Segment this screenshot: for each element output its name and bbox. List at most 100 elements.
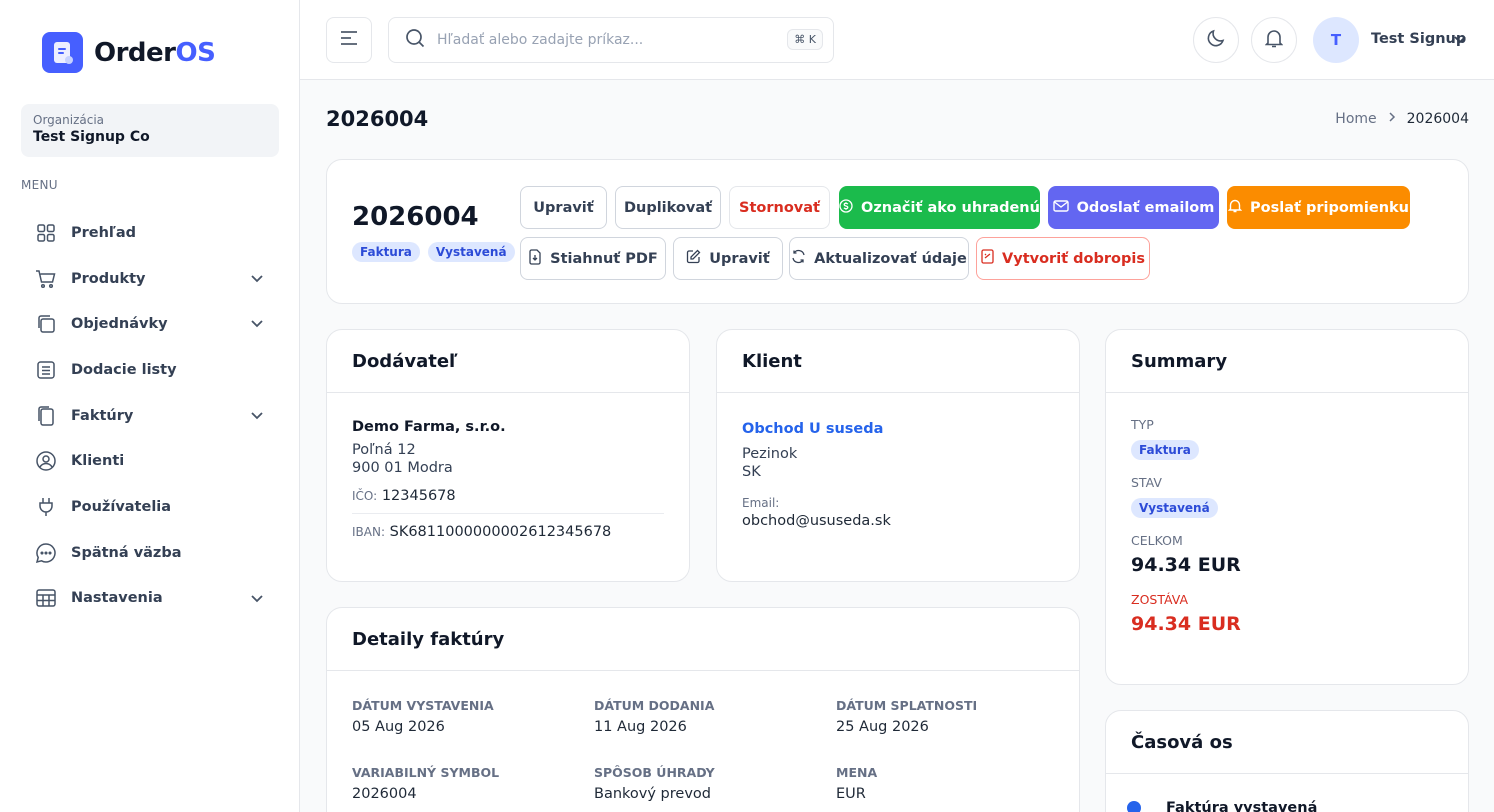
avatar[interactable]: T <box>1313 17 1359 63</box>
summary-type-badge: Faktura <box>1131 440 1199 460</box>
mark-paid-button[interactable]: Označiť ako uhradenú <box>839 186 1040 229</box>
sidebar-item-label: Produkty <box>71 270 146 287</box>
summary-total-label: CELKOM <box>1131 533 1183 548</box>
sidebar-item-objednavky[interactable]: Objednávky <box>21 301 279 347</box>
supplier-city: 900 01 Modra <box>352 460 453 476</box>
sidebar-item-klienti[interactable]: Klienti <box>21 438 279 484</box>
summary-type-label: TYP <box>1131 417 1154 432</box>
refresh-data-button-label: Aktualizovať údaje <box>814 250 967 267</box>
sidebar-toggle-button[interactable] <box>326 17 372 63</box>
summary-card-title: Summary <box>1106 330 1468 393</box>
ico-label: IČO: <box>352 489 378 503</box>
moon-icon <box>1206 28 1226 52</box>
client-email-label: Email: <box>742 496 780 510</box>
chevron-down-icon[interactable] <box>1452 31 1468 51</box>
summary-status-label: STAV <box>1131 475 1162 490</box>
send-reminder-button-label: Poslať pripomienku <box>1250 199 1409 216</box>
menu-icon <box>340 31 358 49</box>
payment-method-value: Bankový prevod <box>594 786 711 802</box>
supplier-name: Demo Farma, s.r.o. <box>352 419 506 435</box>
edit-button-label: Upraviť <box>533 199 594 216</box>
edit-button[interactable]: Upraviť <box>520 186 607 229</box>
search-input[interactable] <box>437 32 767 48</box>
type-badge: Faktura <box>352 242 420 262</box>
logo-text: OrderOS <box>94 37 216 68</box>
cancel-invoice-button[interactable]: Stornovať <box>729 186 830 229</box>
payment-method-label: SPÔSOB ÚHRADY <box>594 765 715 780</box>
timeline-dot <box>1127 801 1141 812</box>
sidebar: OrderOS Organizácia Test Signup Co MENU … <box>0 0 300 812</box>
table-icon <box>35 587 57 609</box>
send-reminder-button[interactable]: Poslať pripomienku <box>1227 186 1410 229</box>
user-circle-icon <box>35 450 57 472</box>
summary-remaining-label: ZOSTÁVA <box>1131 592 1189 607</box>
top-header: ⌘ K T Test Signup <box>300 0 1494 80</box>
supplier-street: Poľná 12 <box>352 442 416 458</box>
theme-toggle-button[interactable] <box>1193 17 1239 63</box>
organization-switcher[interactable]: Organizácia Test Signup Co <box>21 104 279 157</box>
edit-secondary-button-label: Upraviť <box>709 250 770 267</box>
cart-icon <box>35 268 57 290</box>
duplicate-button-label: Duplikovať <box>623 199 713 216</box>
credit-note-button[interactable]: Vytvoriť dobropis <box>976 237 1150 280</box>
supplier-card-title: Dodávateľ <box>327 330 689 393</box>
sidebar-item-label: Faktúry <box>71 407 134 424</box>
invoice-badges: Faktura Vystavená <box>352 242 515 262</box>
sidebar-item-label: Dodacie listy <box>71 361 177 378</box>
list-icon <box>35 359 57 381</box>
search-icon <box>405 28 425 52</box>
logo[interactable]: OrderOS <box>42 32 216 73</box>
chat-icon <box>35 542 57 564</box>
download-pdf-button[interactable]: Stiahnuť PDF <box>520 237 666 280</box>
iban-label: IBAN: <box>352 525 385 539</box>
bell-icon <box>1227 198 1243 217</box>
grid-icon <box>35 222 57 244</box>
status-badge: Vystavená <box>427 242 515 262</box>
document-icon <box>35 405 57 427</box>
send-email-button[interactable]: Odoslať emailom <box>1048 186 1219 229</box>
sidebar-item-label: Objednávky <box>71 316 168 333</box>
sidebar-item-faktury[interactable]: Faktúry <box>21 393 279 439</box>
organization-name: Test Signup Co <box>33 129 150 145</box>
timeline-card: Časová os Faktúra vystavená <box>1105 710 1469 812</box>
sidebar-item-pouzivatelia[interactable]: Používatelia <box>21 484 279 530</box>
delivery-date-value: 11 Aug 2026 <box>594 719 687 735</box>
menu-label: MENU <box>21 178 58 192</box>
sidebar-item-label: Používatelia <box>71 498 172 515</box>
sidebar-item-produkty[interactable]: Produkty <box>21 256 279 302</box>
client-email: obchod@ususeda.sk <box>742 513 891 529</box>
plug-icon <box>35 496 57 518</box>
refresh-icon <box>791 249 806 268</box>
breadcrumb-home-link[interactable]: Home <box>1335 111 1376 127</box>
edit-icon <box>686 249 701 268</box>
duplicate-button[interactable]: Duplikovať <box>615 186 721 229</box>
currency-label: MENA <box>836 765 878 780</box>
sidebar-item-prehlad[interactable]: Prehľad <box>21 210 279 256</box>
search-box[interactable]: ⌘ K <box>388 17 834 63</box>
client-name-link[interactable]: Obchod U suseda <box>742 421 1054 437</box>
invoice-details-card: Detaily faktúry DÁTUM VYSTAVENIA 05 Aug … <box>326 607 1080 812</box>
sidebar-item-dodacie-listy[interactable]: Dodacie listy <box>21 347 279 393</box>
timeline-title: Časová os <box>1106 711 1468 774</box>
refresh-data-button[interactable]: Aktualizovať údaje <box>789 237 969 280</box>
dollar-circle-icon <box>839 198 853 217</box>
send-email-button-label: Odoslať emailom <box>1076 199 1215 216</box>
client-card-title: Klient <box>717 330 1079 393</box>
download-pdf-button-label: Stiahnuť PDF <box>550 250 658 267</box>
variable-symbol-label: VARIABILNÝ SYMBOL <box>352 765 500 780</box>
summary-remaining-value: 94.34 EUR <box>1131 613 1241 635</box>
file-minus-icon <box>981 249 994 268</box>
sidebar-item-nastavenia[interactable]: Nastavenia <box>21 576 279 622</box>
mark-paid-button-label: Označiť ako uhradenú <box>861 199 1040 216</box>
timeline-event: Faktúra vystavená <box>1166 800 1318 812</box>
sidebar-item-spatna-vazba[interactable]: Spätná väzba <box>21 530 279 576</box>
currency-value: EUR <box>836 786 866 802</box>
summary-total-value: 94.34 EUR <box>1131 554 1241 576</box>
copy-icon <box>35 313 57 335</box>
supplier-card: Dodávateľ Demo Farma, s.r.o. Poľná 12 90… <box>326 329 690 582</box>
file-download-icon <box>528 248 542 269</box>
due-date-value: 25 Aug 2026 <box>836 719 929 735</box>
edit-secondary-button[interactable]: Upraviť <box>673 237 783 280</box>
breadcrumb: Home 2026004 <box>1335 111 1469 127</box>
notifications-button[interactable] <box>1251 17 1297 63</box>
